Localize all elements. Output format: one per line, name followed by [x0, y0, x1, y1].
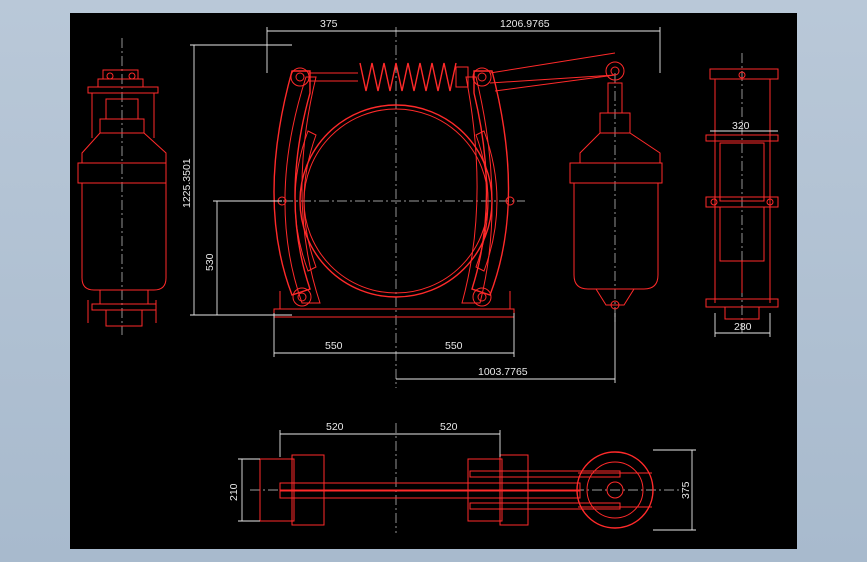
dim-front-top-right: 1206.9765 — [500, 18, 550, 30]
dim-front-height-axis: 530 — [204, 253, 216, 271]
dim-front-height-total: 1225.3501 — [181, 158, 193, 208]
dim-side-base-width: 280 — [734, 321, 752, 333]
dim-plan-arm-width: 375 — [680, 481, 692, 499]
side-view — [705, 53, 779, 335]
dim-plan-right: 520 — [440, 421, 458, 433]
dim-plan-left: 520 — [326, 421, 344, 433]
cad-viewport[interactable]: 375 1206.9765 1225.3501 530 550 550 1003… — [70, 13, 797, 549]
dim-plan-shoe-width: 210 — [228, 483, 240, 501]
dimensions: 375 1206.9765 1225.3501 530 550 550 1003… — [181, 18, 778, 531]
dim-front-base-right: 550 — [445, 340, 463, 352]
front-brake-view — [265, 27, 663, 388]
brake-spring — [359, 62, 457, 92]
drawing-canvas: 375 1206.9765 1225.3501 530 550 550 1003… — [77, 18, 779, 533]
dim-front-thruster-offset: 1003.7765 — [478, 366, 528, 378]
dim-side-top-width: 320 — [732, 120, 750, 132]
dim-front-top-left: 375 — [320, 18, 338, 30]
left-thruster-view — [77, 38, 167, 335]
dim-front-base-left: 550 — [325, 340, 343, 352]
plan-view — [250, 423, 680, 533]
